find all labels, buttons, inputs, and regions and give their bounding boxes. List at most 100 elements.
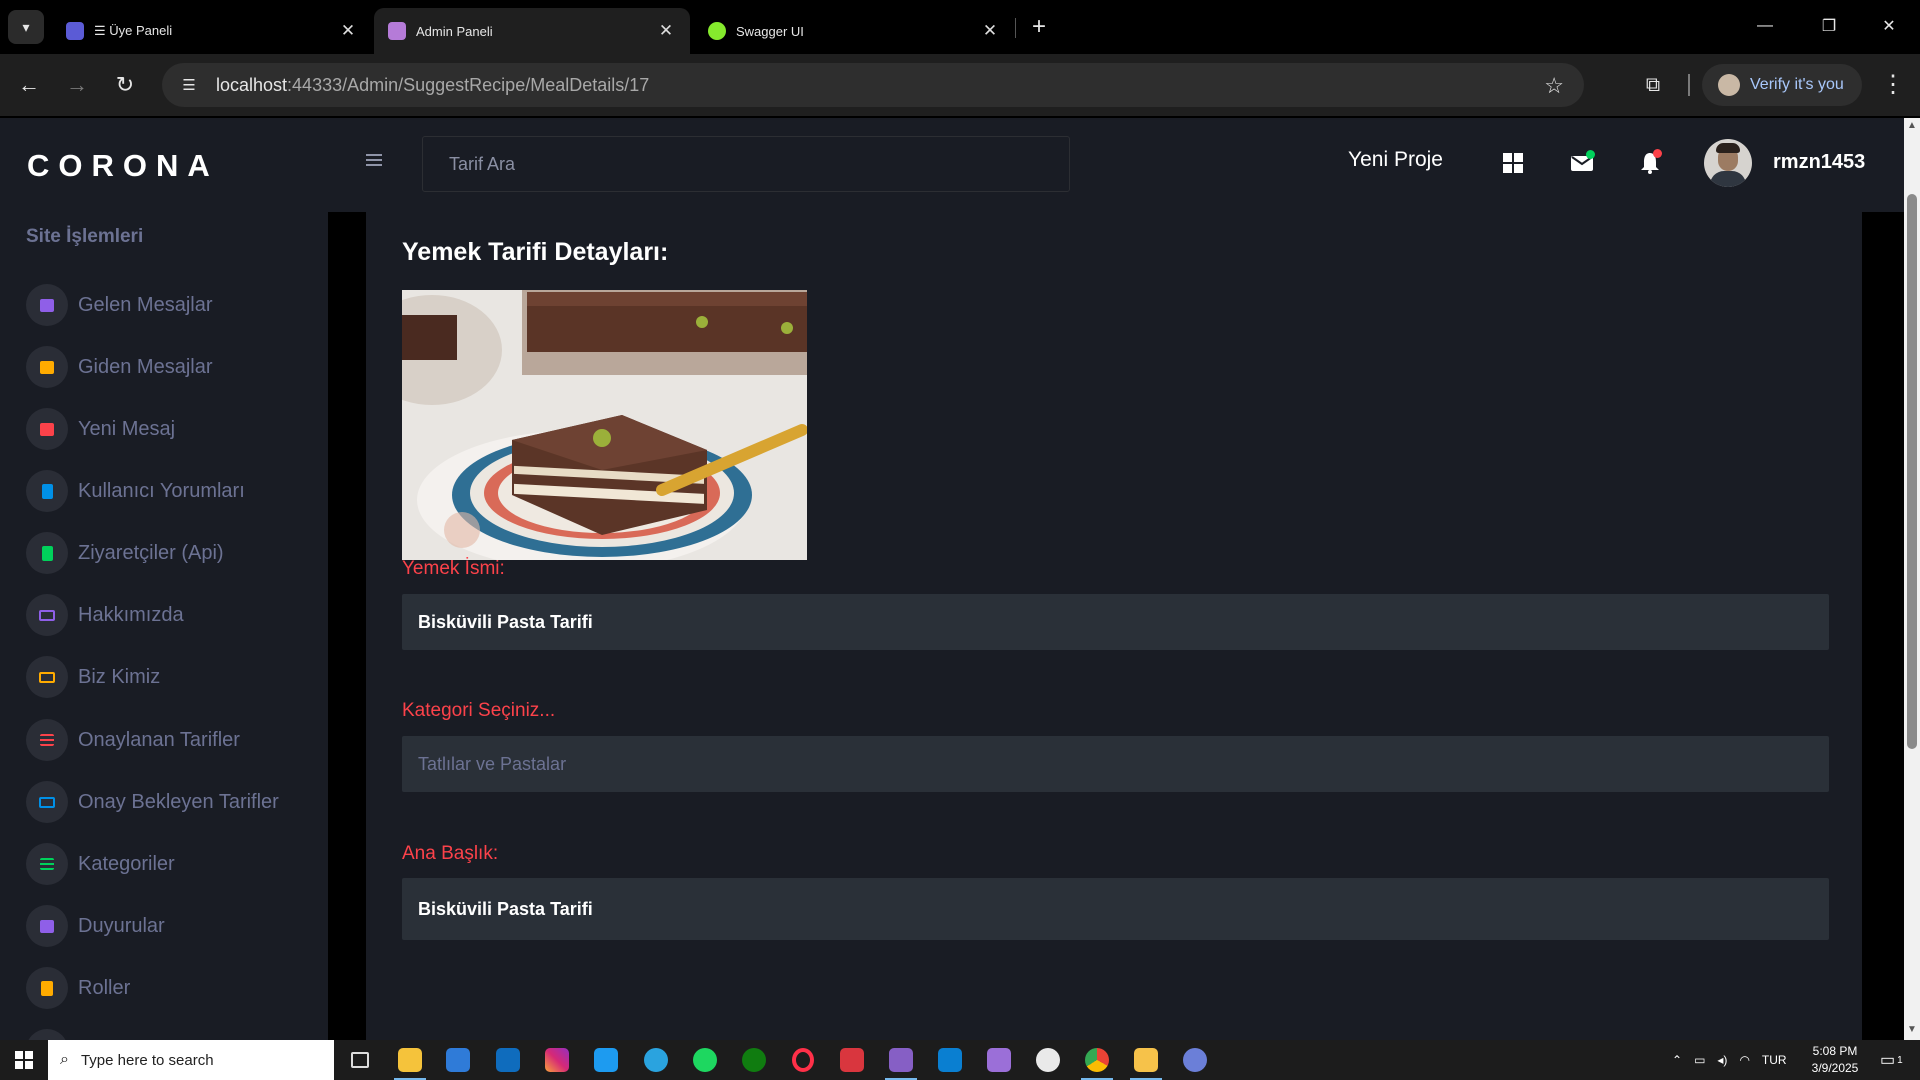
sidebar-item-duyurular[interactable]: Duyurular [0, 899, 328, 953]
sidebar-item-gelen-mesajlar[interactable]: Gelen Mesajlar [0, 278, 328, 332]
meal-image [402, 290, 807, 560]
microsoft-store-icon[interactable] [438, 1044, 478, 1076]
document-icon [26, 532, 68, 574]
telegram-icon[interactable] [636, 1044, 676, 1076]
scroll-down-arrow-icon[interactable]: ▼ [1907, 1024, 1917, 1035]
category-select[interactable]: Tatlılar ve Pastalar [402, 736, 1829, 792]
mail-status-dot [1586, 150, 1595, 159]
extensions-puzzle-icon[interactable]: ⧉ [1636, 68, 1670, 102]
browser-menu-icon[interactable]: ⋮ [1876, 66, 1910, 102]
taskbar-clock[interactable]: 5:08 PM 3/9/2025 [1797, 1043, 1873, 1077]
meal-details-card: Yemek Tarifi Detayları: Yemek İsmi: Bisk… [366, 212, 1862, 1040]
tab-title: ☰ Üye Paneli [94, 23, 173, 38]
verify-label: Verify it's you [1750, 76, 1844, 93]
scrollbar-thumb[interactable] [1907, 194, 1917, 749]
browser-app-icon[interactable] [1175, 1044, 1215, 1076]
sidebar-item-label: Giden Mesajlar [78, 355, 213, 378]
tab-search-button[interactable]: ▾ [8, 10, 44, 44]
windows-start-icon[interactable] [0, 1040, 48, 1080]
wifi-icon[interactable]: ◠ [1739, 1053, 1749, 1067]
notification-status-dot [1653, 149, 1662, 158]
address-bar[interactable]: ☰ localhost:44333/Admin/SuggestRecipe/Me… [162, 63, 1584, 107]
sidebar-item-yeni-mesaj[interactable]: Yeni Mesaj [0, 402, 328, 456]
sidebar-item-label: Onaylanan Tarifler [78, 728, 240, 751]
category-label: Kategori Seçiniz... [402, 700, 556, 721]
close-window-button[interactable]: ✕ [1866, 8, 1912, 44]
xbox-icon[interactable] [734, 1044, 774, 1076]
grid-icon[interactable] [1498, 148, 1528, 178]
whatsapp-icon[interactable] [1028, 1044, 1068, 1076]
minimize-button[interactable]: — [1742, 8, 1788, 44]
language-indicator[interactable]: TUR [1762, 1053, 1787, 1067]
taskbar-search-input[interactable]: ⌕ Type here to search [48, 1040, 334, 1080]
tab-swagger-ui[interactable]: Swagger UI ✕ [694, 8, 1014, 54]
scroll-up-arrow-icon[interactable]: ▲ [1907, 120, 1917, 131]
close-icon[interactable]: ✕ [656, 21, 676, 41]
sidebar-item-biz-kimiz[interactable]: Biz Kimiz [0, 650, 328, 704]
url-host: localhost [216, 74, 288, 95]
sidebar-item-giden-mesajlar[interactable]: Giden Mesajlar [0, 340, 328, 394]
message-icon [26, 284, 68, 326]
meal-name-field[interactable]: Bisküvili Pasta Tarifi [402, 594, 1829, 650]
hamburger-menu-icon[interactable] [366, 154, 382, 168]
sidebar-item-partial[interactable] [0, 1023, 328, 1040]
sidebar-item-label: Biz Kimiz [78, 665, 161, 688]
sidebar-item-kategoriler[interactable]: Kategoriler [0, 837, 328, 891]
twitter-icon[interactable] [586, 1044, 626, 1076]
sidebar-item-onaylanan-tarifler[interactable]: Onaylanan Tarifler [0, 713, 328, 767]
user-avatar[interactable] [1704, 139, 1752, 187]
recipe-search-input[interactable]: Tarif Ara [422, 136, 1070, 192]
new-project-button[interactable]: Yeni Proje [1348, 148, 1443, 172]
site-info-icon[interactable]: ☰ [176, 72, 202, 98]
opera-icon[interactable] [783, 1044, 823, 1076]
visual-studio-icon[interactable] [881, 1044, 921, 1080]
page-scrollbar[interactable]: ▲ ▼ [1904, 118, 1920, 1040]
clock-time: 5:08 PM [1812, 1044, 1858, 1058]
bookmark-star-icon[interactable]: ☆ [1544, 73, 1564, 99]
task-view-icon[interactable] [340, 1044, 380, 1076]
verify-profile-button[interactable]: Verify it's you [1702, 64, 1862, 106]
message-icon [26, 346, 68, 388]
vscode-icon[interactable] [930, 1044, 970, 1076]
playlist-icon [26, 719, 68, 761]
restore-button[interactable]: ❐ [1806, 8, 1852, 44]
app-red-icon[interactable] [832, 1044, 872, 1076]
tab-uye-paneli[interactable]: ☰ Üye Paneli ✕ [52, 8, 372, 54]
close-icon[interactable]: ✕ [980, 21, 1000, 41]
sidebar-icon [26, 1029, 68, 1040]
file-explorer-icon[interactable] [390, 1044, 430, 1080]
sidebar-item-onay-bekleyen-tarifler[interactable]: Onay Bekleyen Tarifler [0, 775, 328, 829]
spotify-icon[interactable] [685, 1044, 725, 1076]
paint-icon[interactable] [1126, 1044, 1166, 1080]
page-viewport: CORONA Site İşlemleri Gelen Mesajlar Gid… [0, 118, 1904, 1040]
volume-icon[interactable]: ◂) [1717, 1053, 1727, 1067]
forward-arrow-icon[interactable]: → [60, 68, 94, 102]
chrome-icon[interactable] [1077, 1044, 1117, 1080]
chevron-up-icon[interactable]: ⌃ [1672, 1053, 1682, 1067]
url-text[interactable]: localhost:44333/Admin/SuggestRecipe/Meal… [216, 75, 649, 96]
sidebar-category: Site İşlemleri [26, 226, 144, 247]
notification-center-icon[interactable]: ▭ 1 [1880, 1040, 1903, 1080]
reload-icon[interactable]: ↻ [108, 68, 142, 102]
clock-date: 3/9/2025 [1811, 1061, 1859, 1075]
toolbar-divider [1688, 74, 1690, 96]
tab-title: Swagger UI [736, 23, 804, 39]
back-arrow-icon[interactable]: ← [12, 68, 46, 102]
visual-studio-2-icon[interactable] [979, 1044, 1019, 1076]
new-tab-button[interactable]: + [1024, 12, 1054, 42]
main-title-field[interactable]: Bisküvili Pasta Tarifi [402, 878, 1829, 940]
tab-admin-paneli[interactable]: Admin Paneli ✕ [374, 8, 690, 54]
top-navbar: Tarif Ara Yeni Proje rmzn1453 [328, 118, 1904, 212]
sidebar-item-roller[interactable]: Roller [0, 961, 328, 1015]
close-icon[interactable]: ✕ [338, 21, 358, 41]
brand-logo[interactable]: CORONA [27, 148, 219, 184]
sidebar-item-ziyaretciler[interactable]: Ziyaretçiler (Api) [0, 526, 328, 580]
battery-icon[interactable]: ▭ [1694, 1053, 1705, 1067]
outlook-icon[interactable] [488, 1044, 528, 1076]
sidebar-item-hakkimizda[interactable]: Hakkımızda [0, 588, 328, 642]
instagram-icon[interactable] [537, 1044, 577, 1076]
sidebar-item-kullanici-yorumlari[interactable]: Kullanıcı Yorumları [0, 464, 328, 518]
meal-name-label: Yemek İsmi: [402, 558, 505, 579]
username[interactable]: rmzn1453 [1773, 151, 1865, 174]
sidebar-item-label: Roller [78, 976, 131, 999]
